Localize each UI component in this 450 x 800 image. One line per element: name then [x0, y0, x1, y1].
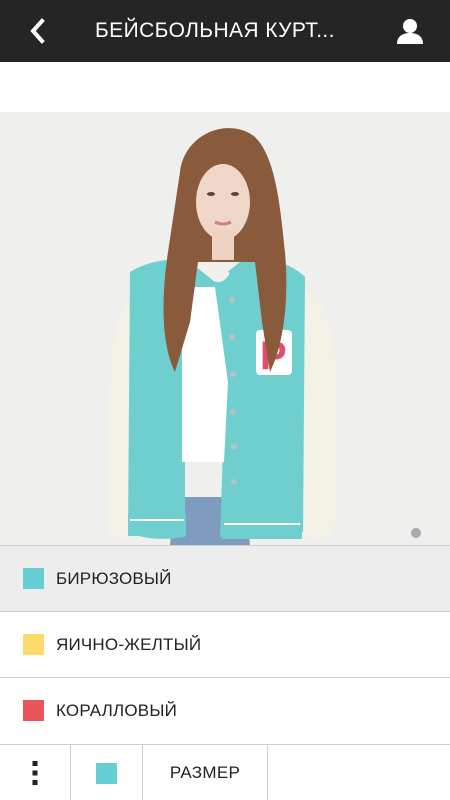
color-option-yellow[interactable]: ЯИЧНО-ЖЕЛТЫЙ — [0, 611, 450, 677]
bottom-action-bar: РАЗМЕР — [0, 744, 450, 800]
more-menu-button[interactable] — [0, 745, 71, 800]
image-pager[interactable] — [410, 527, 422, 545]
size-button[interactable]: РАЗМЕР — [143, 745, 268, 800]
color-option-label: ЯИЧНО-ЖЕЛТЫЙ — [56, 634, 202, 654]
color-option-coral[interactable]: КОРАЛЛОВЫЙ — [0, 677, 450, 743]
product-photo-illustration: P — [0, 112, 450, 545]
more-vertical-icon — [32, 761, 38, 785]
selected-color-button[interactable] — [71, 745, 143, 800]
color-option-label: КОРАЛЛОВЫЙ — [56, 700, 177, 720]
user-button[interactable] — [393, 14, 427, 48]
selected-color-swatch — [96, 762, 117, 784]
top-bar: БЕЙСБОЛЬНАЯ КУРТ... — [0, 0, 450, 62]
page-title: БЕЙСБОЛЬНАЯ КУРТ... — [95, 19, 335, 42]
color-swatch — [23, 568, 44, 589]
header-spacer — [0, 62, 450, 112]
color-option-turquoise[interactable]: БИРЮЗОВЫЙ — [0, 545, 450, 611]
color-option-label: БИРЮЗОВЫЙ — [56, 568, 172, 588]
product-photo[interactable]: P — [0, 112, 450, 545]
pager-dot-active[interactable] — [411, 528, 421, 538]
chevron-left-icon — [30, 18, 45, 44]
back-button[interactable] — [22, 15, 52, 47]
color-swatch — [23, 700, 44, 721]
color-swatch — [23, 634, 44, 655]
user-icon — [397, 19, 423, 44]
